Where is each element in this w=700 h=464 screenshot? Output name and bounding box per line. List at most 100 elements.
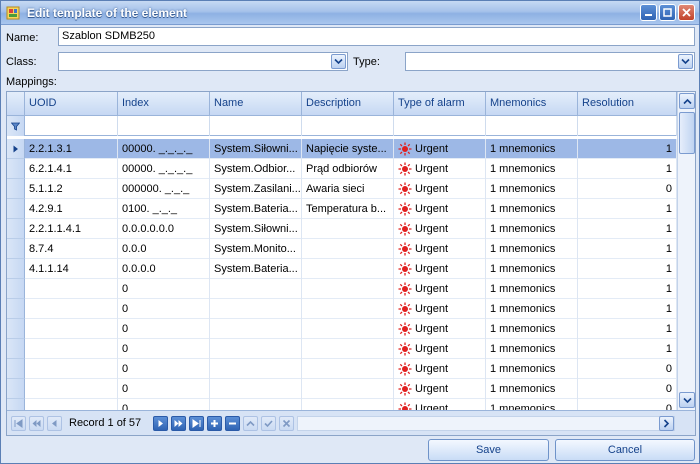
row-indicator[interactable] xyxy=(7,319,25,339)
cell-type-of-alarm[interactable]: Urgent xyxy=(394,259,486,279)
cell-index[interactable]: 0 xyxy=(118,279,210,299)
nav-next-page-button[interactable] xyxy=(171,416,186,431)
filter-cell-type-of-alarm[interactable] xyxy=(394,116,486,136)
cell-mnemonics[interactable]: 1 mnemonics xyxy=(486,359,578,379)
cell-index[interactable]: 0.0.0 xyxy=(118,239,210,259)
cell-description[interactable] xyxy=(302,319,394,339)
cell-type-of-alarm[interactable]: Urgent xyxy=(394,159,486,179)
cell-name[interactable]: System.Zasilani... xyxy=(210,179,302,199)
nav-cancel-edit-button[interactable] xyxy=(279,416,294,431)
cell-uoid[interactable]: 6.2.1.4.1 xyxy=(25,159,118,179)
row-indicator[interactable] xyxy=(7,179,25,199)
cell-resolution[interactable]: 1 xyxy=(578,199,677,219)
cell-resolution[interactable]: 1 xyxy=(578,299,677,319)
cell-mnemonics[interactable]: 1 mnemonics xyxy=(486,299,578,319)
cell-resolution[interactable]: 1 xyxy=(578,259,677,279)
cell-mnemonics[interactable]: 1 mnemonics xyxy=(486,239,578,259)
cell-uoid[interactable] xyxy=(25,339,118,359)
cell-index[interactable]: 000000. _._._ xyxy=(118,179,210,199)
close-button[interactable] xyxy=(678,4,695,21)
cell-index[interactable]: 0 xyxy=(118,379,210,399)
table-row[interactable]: 0 Urgent 1 mnemonics 0 xyxy=(7,379,677,399)
cell-name[interactable] xyxy=(210,379,302,399)
cell-resolution[interactable]: 1 xyxy=(578,239,677,259)
column-header-description[interactable]: Description xyxy=(302,92,394,116)
nav-last-button[interactable] xyxy=(189,416,204,431)
row-indicator[interactable] xyxy=(7,239,25,259)
cell-index[interactable]: 0 xyxy=(118,339,210,359)
cell-name[interactable]: System.Odbior... xyxy=(210,159,302,179)
cell-resolution[interactable]: 1 xyxy=(578,279,677,299)
filter-cell-mnemonics[interactable] xyxy=(486,116,578,136)
table-row[interactable]: 6.2.1.4.1 00000. _._._._ System.Odbior... P… xyxy=(7,159,677,179)
cell-name[interactable]: System.Bateria... xyxy=(210,199,302,219)
cell-uoid[interactable] xyxy=(25,359,118,379)
filter-cell-description[interactable] xyxy=(302,116,394,136)
row-indicator[interactable] xyxy=(7,199,25,219)
cell-name[interactable]: System.Siłowni... xyxy=(210,139,302,159)
class-dropdown-button[interactable] xyxy=(331,54,346,69)
cell-mnemonics[interactable]: 1 mnemonics xyxy=(486,219,578,239)
cell-resolution[interactable]: 0 xyxy=(578,179,677,199)
save-button[interactable]: Save xyxy=(428,439,549,461)
cell-mnemonics[interactable]: 1 mnemonics xyxy=(486,159,578,179)
row-indicator[interactable] xyxy=(7,219,25,239)
cell-name[interactable] xyxy=(210,279,302,299)
cell-resolution[interactable]: 1 xyxy=(578,139,677,159)
nav-first-button[interactable] xyxy=(11,416,26,431)
cell-mnemonics[interactable]: 1 mnemonics xyxy=(486,279,578,299)
cancel-button[interactable]: Cancel xyxy=(555,439,695,461)
cell-index[interactable]: 0.0.0.0.0.0 xyxy=(118,219,210,239)
cell-index[interactable]: 00000. _._._._ xyxy=(118,139,210,159)
row-indicator[interactable] xyxy=(7,279,25,299)
scroll-up-button[interactable] xyxy=(679,93,695,109)
filter-button[interactable] xyxy=(7,116,25,136)
nav-edit-button[interactable] xyxy=(243,416,258,431)
cell-index[interactable]: 0.0.0.0 xyxy=(118,259,210,279)
cell-mnemonics[interactable]: 1 mnemonics xyxy=(486,179,578,199)
nav-prev-button[interactable] xyxy=(47,416,62,431)
cell-description[interactable] xyxy=(302,219,394,239)
cell-resolution[interactable]: 0 xyxy=(578,359,677,379)
cell-uoid[interactable] xyxy=(25,279,118,299)
table-row[interactable]: 5.1.1.2 000000. _._._ System.Zasilani... Aw… xyxy=(7,179,677,199)
table-row[interactable]: 2.2.1.3.1 00000. _._._._ System.Siłowni...… xyxy=(7,139,677,159)
table-row[interactable]: 2.2.1.1.4.1 0.0.0.0.0.0 System.Siłowni... U… xyxy=(7,219,677,239)
nav-prev-page-button[interactable] xyxy=(29,416,44,431)
cell-description[interactable]: Prąd odbiorów xyxy=(302,159,394,179)
row-indicator[interactable] xyxy=(7,339,25,359)
cell-description[interactable]: Awaria sieci xyxy=(302,179,394,199)
name-input[interactable]: Szablon SDMB250 xyxy=(58,27,695,46)
cell-type-of-alarm[interactable]: Urgent xyxy=(394,379,486,399)
cell-name[interactable] xyxy=(210,319,302,339)
cell-type-of-alarm[interactable]: Urgent xyxy=(394,239,486,259)
cell-resolution[interactable]: 1 xyxy=(578,219,677,239)
scroll-right-button[interactable] xyxy=(659,416,674,431)
cell-resolution[interactable]: 1 xyxy=(578,339,677,359)
scroll-down-button[interactable] xyxy=(679,392,695,408)
cell-description[interactable] xyxy=(302,239,394,259)
cell-name[interactable] xyxy=(210,299,302,319)
mappings-grid[interactable]: UOID Index Name Description Type of alar… xyxy=(6,91,696,436)
row-indicator[interactable] xyxy=(7,359,25,379)
cell-uoid[interactable]: 8.7.4 xyxy=(25,239,118,259)
table-row[interactable]: 8.7.4 0.0.0 System.Monito... Urgent 1 mnemon… xyxy=(7,239,677,259)
cell-uoid[interactable]: 4.1.1.14 xyxy=(25,259,118,279)
cell-resolution[interactable]: 1 xyxy=(578,159,677,179)
row-indicator[interactable] xyxy=(7,139,25,159)
filter-cell-uoid[interactable] xyxy=(25,116,118,136)
cell-uoid[interactable] xyxy=(25,299,118,319)
cell-type-of-alarm[interactable]: Urgent xyxy=(394,279,486,299)
cell-resolution[interactable]: 0 xyxy=(578,379,677,399)
column-header-type-of-alarm[interactable]: Type of alarm xyxy=(394,92,486,116)
row-indicator[interactable] xyxy=(7,379,25,399)
column-header-mnemonics[interactable]: Mnemonics xyxy=(486,92,578,116)
cell-uoid[interactable] xyxy=(25,319,118,339)
table-row[interactable]: 0 Urgent 1 mnemonics 1 xyxy=(7,319,677,339)
cell-index[interactable]: 0100. _._._ xyxy=(118,199,210,219)
class-combo[interactable] xyxy=(58,52,348,71)
cell-name[interactable]: System.Bateria... xyxy=(210,259,302,279)
filter-cell-name[interactable] xyxy=(210,116,302,136)
table-row[interactable]: 0 Urgent 1 mnemonics 1 xyxy=(7,279,677,299)
row-indicator[interactable] xyxy=(7,299,25,319)
